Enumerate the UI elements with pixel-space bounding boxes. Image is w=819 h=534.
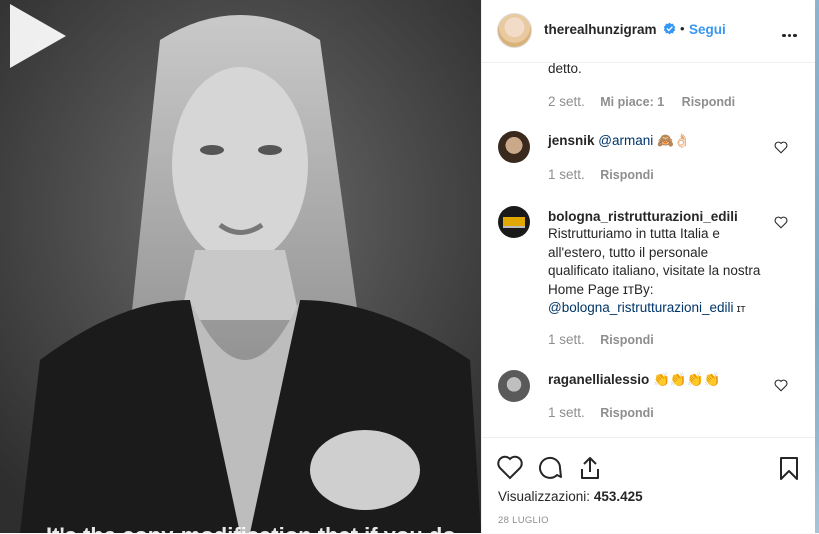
commenter-username[interactable]: bologna_ristrutturazioni_edili — [548, 209, 738, 224]
comments-list[interactable]: detto. 2 sett. Mi piace: 1 Rispondi jens… — [482, 63, 816, 436]
comment-likes[interactable]: Mi piace: 1 — [600, 95, 664, 109]
comment-meta: 1 sett. Rispondi — [548, 332, 668, 347]
comment-icon[interactable] — [537, 455, 563, 481]
reply-button[interactable]: Rispondi — [600, 168, 653, 182]
video-frame — [0, 0, 481, 533]
comment-heart-icon[interactable] — [774, 141, 788, 154]
comment-meta: 2 sett. Mi piace: 1 Rispondi — [548, 94, 749, 109]
commenter-avatar[interactable] — [498, 206, 530, 238]
comment-time[interactable]: 1 sett. — [548, 332, 585, 347]
comment-time[interactable]: 1 sett. — [548, 405, 585, 420]
comment-heart-icon[interactable] — [774, 216, 788, 229]
reply-button[interactable]: Rispondi — [600, 406, 653, 420]
video-caption-overlay: It's the copy-modification that if you d… — [0, 523, 481, 533]
author-avatar[interactable] — [497, 13, 532, 48]
post-side-panel: therealhunzigram • Segui detto. 2 sett. … — [481, 0, 816, 533]
views-count: Visualizzazioni: 453.425 — [498, 489, 643, 504]
background-edge — [815, 0, 819, 533]
reply-button[interactable]: Rispondi — [600, 333, 653, 347]
comment-suffix: ɪᴛ — [733, 303, 746, 315]
separator-dot: • — [680, 21, 685, 36]
heart-icon[interactable] — [497, 455, 523, 481]
comment-meta: 1 sett. Rispondi — [548, 167, 668, 182]
commenter-avatar[interactable] — [498, 131, 530, 163]
comment-heart-icon[interactable] — [774, 379, 788, 392]
play-icon[interactable] — [0, 0, 72, 72]
commenter-logo — [503, 217, 525, 228]
author-username[interactable]: therealhunzigram — [544, 22, 657, 37]
comment-mention[interactable]: @bologna_ristrutturazioni_edili — [548, 300, 734, 315]
comment-text[interactable]: @armani 🙈👌🏻 — [598, 133, 690, 148]
comment-meta: 1 sett. Rispondi — [548, 405, 668, 420]
post-actions: Visualizzazioni: 453.425 28 LUGLIO — [482, 437, 816, 534]
views-label: Visualizzazioni: — [498, 489, 591, 504]
comment-time[interactable]: 1 sett. — [548, 167, 585, 182]
post-header: therealhunzigram • Segui — [482, 0, 816, 63]
comment-body: Ristrutturiamo in tutta Italia e all'est… — [548, 225, 763, 319]
commenter-avatar[interactable] — [498, 370, 530, 402]
video-player[interactable]: It's the copy-modification that if you d… — [0, 0, 481, 533]
bookmark-icon[interactable] — [776, 455, 802, 481]
comment-body: jensnik @armani 🙈👌🏻 — [548, 132, 763, 151]
views-number: 453.425 — [593, 489, 643, 504]
reply-button[interactable]: Rispondi — [682, 95, 735, 109]
commenter-username[interactable]: raganellialessio — [548, 372, 649, 387]
comment-text: 👏👏👏👏 — [653, 372, 721, 387]
comment-text: detto. — [548, 63, 582, 76]
share-icon[interactable] — [577, 455, 603, 481]
commenter-username[interactable]: jensnik — [548, 133, 595, 148]
verified-badge-icon — [663, 22, 676, 35]
follow-button[interactable]: Segui — [689, 22, 726, 37]
comment-time[interactable]: 2 sett. — [548, 94, 585, 109]
comment-text: Ristrutturiamo in tutta Italia e all'est… — [548, 226, 761, 297]
comment-body: raganellialessio 👏👏👏👏 — [548, 371, 763, 390]
post-date[interactable]: 28 LUGLIO — [498, 515, 549, 526]
more-options-icon[interactable] — [782, 24, 800, 37]
